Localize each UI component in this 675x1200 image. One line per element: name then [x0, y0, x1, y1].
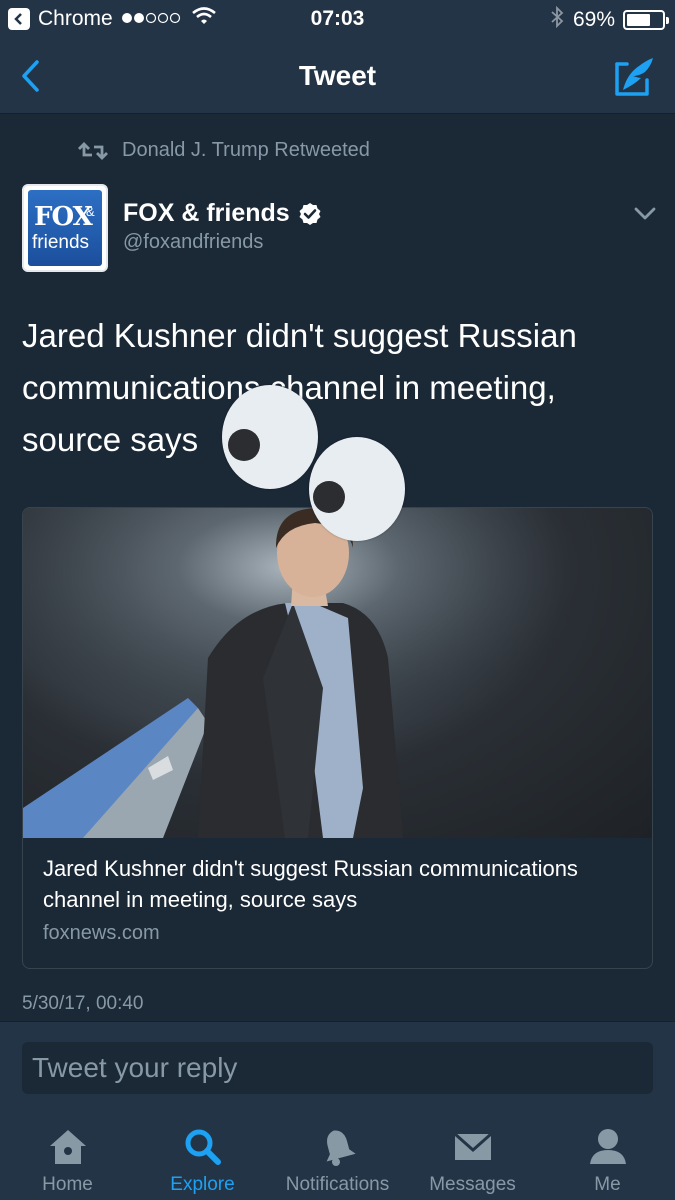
card-domain: foxnews.com: [43, 922, 160, 944]
compose-icon: [615, 58, 653, 96]
tab-explore-label: Explore: [170, 1174, 235, 1195]
reply-bar: Tweet your reply: [0, 1021, 675, 1116]
logo-text-amp: &: [86, 204, 95, 219]
home-icon: [49, 1130, 86, 1164]
nav-bar: Tweet: [0, 38, 675, 114]
tab-explore[interactable]: Explore: [135, 1116, 270, 1200]
card-photo: [23, 508, 652, 838]
status-bar-right: 69%: [549, 5, 669, 34]
search-icon: [185, 1129, 221, 1165]
tab-messages-label: Messages: [429, 1174, 516, 1195]
author-name[interactable]: FOX & friends: [123, 199, 290, 228]
person-icon: [589, 1129, 626, 1164]
chevron-down-icon[interactable]: [633, 206, 657, 222]
tweet-timestamp: 5/30/17, 00:40: [22, 993, 144, 1014]
tab-notifications[interactable]: Notifications: [270, 1116, 405, 1200]
tab-me[interactable]: Me: [540, 1116, 675, 1200]
author-handle[interactable]: @foxandfriends: [123, 231, 263, 254]
battery-fill: [627, 14, 651, 26]
bluetooth-icon: [549, 5, 565, 34]
tab-me-label: Me: [594, 1174, 621, 1195]
battery-icon: [623, 10, 669, 30]
logo-text-fox: FOX: [34, 202, 93, 232]
reply-input[interactable]: Tweet your reply: [22, 1042, 653, 1094]
tab-notifications-label: Notifications: [285, 1174, 390, 1195]
battery-percent: 69%: [572, 8, 615, 31]
status-bar: Chrome 07:03 69%: [0, 0, 675, 38]
card-title[interactable]: Jared Kushner didn't suggest Russian com…: [43, 853, 633, 915]
author-name-row[interactable]: FOX & friends: [123, 199, 322, 228]
tab-home[interactable]: Home: [0, 1116, 135, 1200]
compose-tweet-button[interactable]: [613, 54, 657, 98]
retweet-indicator: Donald J. Trump Retweeted: [78, 139, 370, 162]
fox-and-friends-logo: FOX & friends: [28, 190, 102, 266]
envelope-icon: [453, 1132, 492, 1160]
googly-eye-left: [222, 385, 318, 489]
card-image[interactable]: [23, 508, 652, 838]
retweet-icon: [78, 141, 108, 160]
verified-badge-icon: [299, 202, 321, 225]
googly-eye-right: [309, 437, 405, 541]
googly-eye-left-pupil: [228, 429, 260, 461]
avatar[interactable]: FOX & friends: [22, 184, 108, 272]
tab-home-label: Home: [42, 1174, 93, 1195]
retweet-label[interactable]: Donald J. Trump Retweeted: [122, 139, 370, 162]
googly-eye-right-pupil: [313, 481, 345, 513]
bell-icon: [326, 1130, 356, 1166]
tab-bar: Home Explore Notifications Messages Me: [0, 1116, 675, 1200]
page-title: Tweet: [298, 60, 377, 91]
tab-messages[interactable]: Messages: [405, 1116, 540, 1200]
logo-text-friends: friends: [32, 232, 90, 253]
battery-tip: [666, 17, 669, 24]
link-card[interactable]: Jared Kushner didn't suggest Russian com…: [22, 507, 653, 969]
